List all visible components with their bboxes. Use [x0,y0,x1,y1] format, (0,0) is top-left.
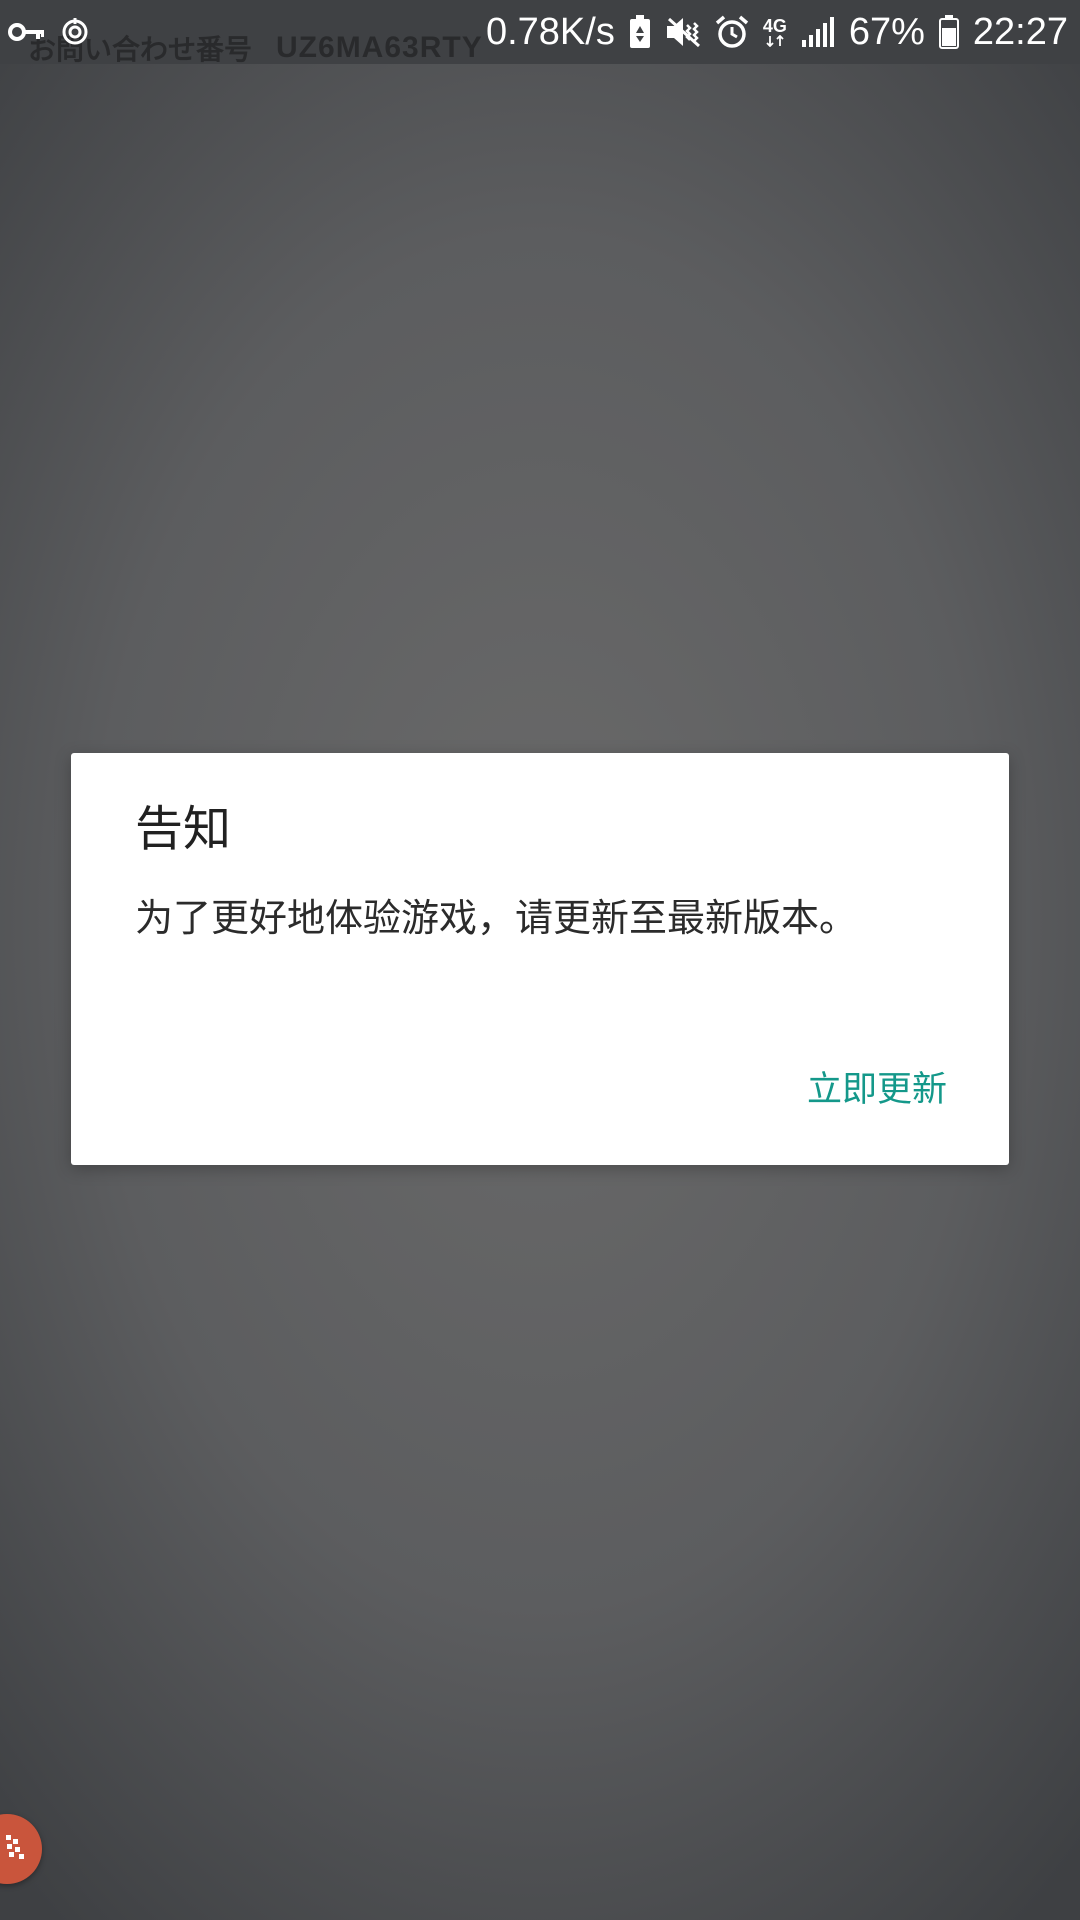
screen: お問い合わせ番号 UZ6MA63RTY 0.78K/s 4G 67% 22:27… [0,0,1080,1920]
vibrate-mute-icon [665,15,701,49]
key-icon [8,20,46,44]
status-left-icons [8,0,90,64]
network-speed: 0.78K/s [485,10,615,53]
status-bar: お問い合わせ番号 UZ6MA63RTY 0.78K/s 4G 67% 22:27 [0,0,1080,66]
battery-saver-icon [629,15,651,49]
floating-assistant-button[interactable] [0,1814,42,1884]
update-dialog: 告知 为了更好地体验游戏，请更新至最新版本。 立即更新 [71,753,1009,1165]
battery-percent: 67% [848,10,925,53]
signal-icon [801,16,835,48]
network-type-label: 4G [762,16,787,36]
game-assistant-icon [4,1833,32,1865]
sync-icon [60,17,90,47]
inquiry-overlay: お問い合わせ番号 UZ6MA63RTY [28,30,483,66]
clock: 22:27 [972,10,1068,53]
dialog-title: 告知 [135,801,232,857]
dialog-message: 为了更好地体验游戏，请更新至最新版本。 [135,896,858,940]
update-now-button[interactable]: 立即更新 [807,1073,947,1108]
alarm-icon [715,15,749,49]
inquiry-code: UZ6MA63RTY [276,31,483,64]
battery-icon [938,15,959,49]
network-type-icon: 4G [763,17,787,47]
status-right-icons: 0.78K/s 4G 67% 22:27 [486,0,1068,64]
